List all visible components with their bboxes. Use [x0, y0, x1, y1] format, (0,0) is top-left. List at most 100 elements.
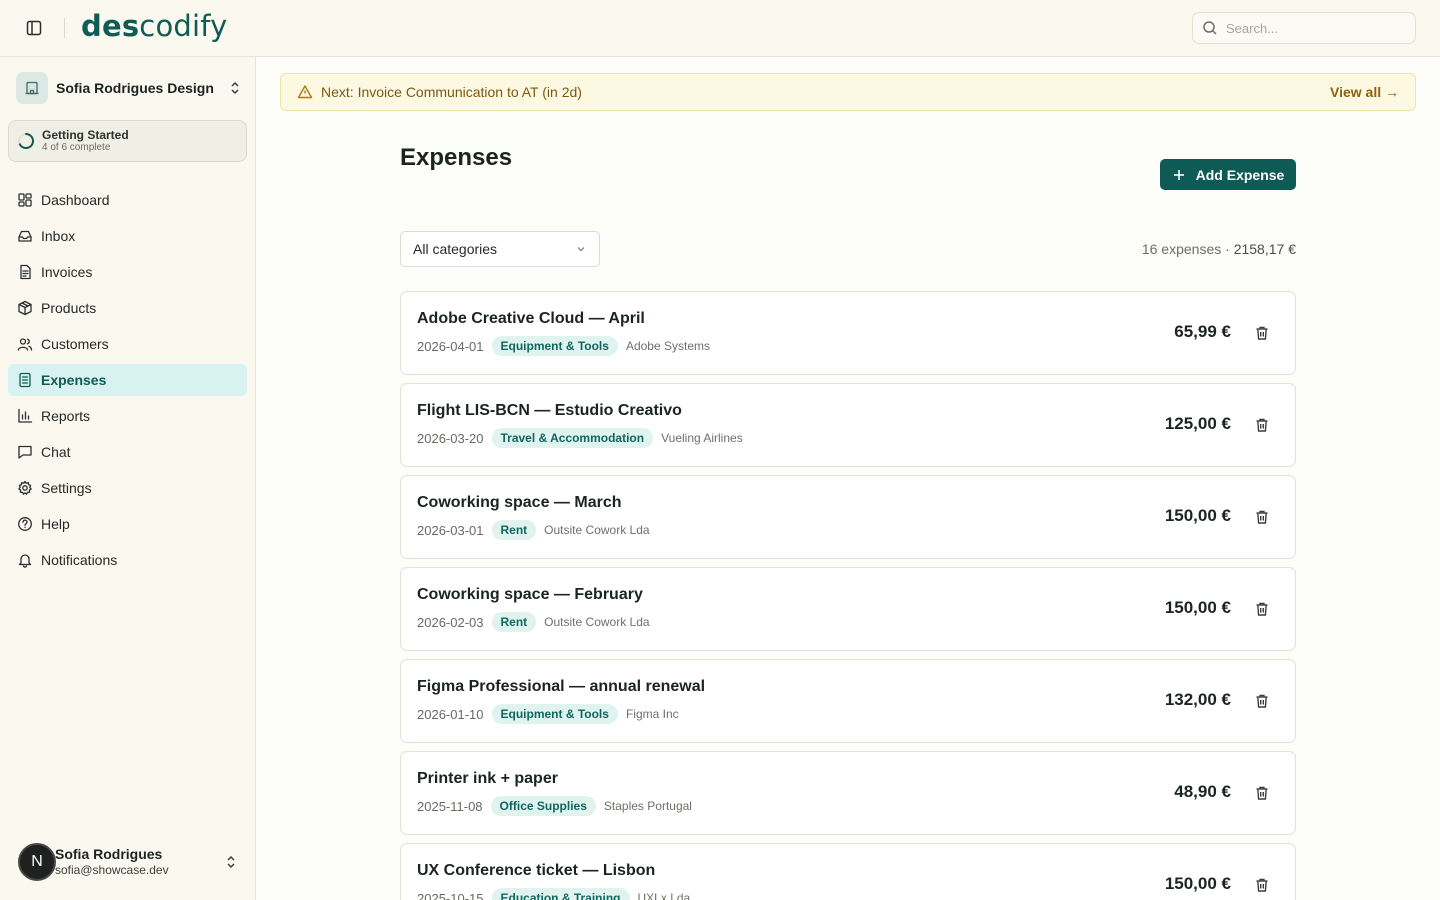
expense-card[interactable]: Printer ink + paper 2025-11-08 Office Supp… [400, 751, 1296, 835]
sidebar-toggle-button[interactable] [22, 16, 46, 40]
category-badge: Travel & Accommodation [491, 428, 654, 448]
delete-expense-button[interactable] [1253, 876, 1271, 894]
category-badge: Equipment & Tools [491, 704, 618, 724]
expense-vendor: Vueling Airlines [661, 431, 743, 445]
sidebar-item-products[interactable]: Products [8, 292, 247, 324]
sidebar-item-inbox[interactable]: Inbox [8, 220, 247, 252]
chevron-up-down-icon [224, 855, 238, 869]
sidebar-item-help[interactable]: Help [8, 508, 247, 540]
user-menu[interactable]: N Sofia Rodrigues sofia@showcase.dev [18, 842, 244, 882]
expense-title: Flight LIS-BCN — Estudio Creativo [417, 402, 682, 419]
sidebar-item-label: Inbox [41, 228, 76, 244]
search-box[interactable] [1192, 12, 1416, 44]
expense-title: UX Conference ticket — Lisbon [417, 862, 656, 879]
add-expense-button[interactable]: Add Expense [1160, 159, 1296, 190]
users-icon [17, 336, 33, 352]
sidebar: Sofia Rodrigues Design Getting Started 4… [0, 57, 256, 900]
invoice-icon [17, 264, 33, 280]
banner-text: Next: Invoice Communication to AT (in 2d… [321, 84, 582, 100]
expense-meta: 2026-04-01 Equipment & Tools Adobe Systems [417, 336, 710, 356]
delete-expense-button[interactable] [1253, 508, 1271, 526]
trash-icon [1256, 694, 1268, 708]
category-badge: Rent [491, 520, 537, 540]
getting-started-title: Getting Started [42, 128, 129, 142]
sidebar-item-reports[interactable]: Reports [8, 400, 247, 432]
sidebar-item-label: Settings [41, 480, 92, 496]
expense-amount: 125,00 € [1164, 414, 1231, 433]
expense-card[interactable]: Adobe Creative Cloud — April 2026-04-01 Eq… [400, 291, 1296, 375]
chevron-down-icon [575, 243, 587, 255]
expense-meta: 2025-11-08 Office Supplies Staples Portuga… [417, 796, 692, 816]
delete-expense-button[interactable] [1253, 416, 1271, 434]
expense-amount: 150,00 € [1164, 506, 1231, 525]
sidebar-item-customers[interactable]: Customers [8, 328, 247, 360]
expense-title: Printer ink + paper [417, 770, 558, 787]
expense-amount: 150,00 € [1164, 598, 1231, 617]
sidebar-item-label: Dashboard [41, 192, 110, 208]
inbox-icon [17, 228, 33, 244]
expense-meta: 2026-03-01 Rent Outsite Cowork Lda [417, 520, 650, 540]
topbar-divider [64, 18, 65, 38]
sidebar-item-label: Chat [41, 444, 71, 460]
sidebar-item-expenses[interactable]: Expenses [8, 364, 247, 396]
expense-card[interactable]: Figma Professional — annual renewal 2026-… [400, 659, 1296, 743]
workspace-switcher[interactable]: Sofia Rodrigues Design [16, 72, 242, 104]
trash-icon [1256, 326, 1268, 340]
bell-icon [17, 552, 33, 568]
sidebar-item-label: Reports [41, 408, 91, 424]
expense-vendor: Figma Inc [625, 707, 679, 721]
trash-icon [1256, 418, 1268, 432]
sidebar-item-notifications[interactable]: Notifications [8, 544, 247, 576]
expense-card[interactable]: Coworking space — March 2026-03-01 Rent Out… [400, 475, 1296, 559]
sidebar-item-dashboard[interactable]: Dashboard [8, 184, 247, 216]
expense-count: 16 expenses [1141, 241, 1222, 257]
gear-icon [17, 480, 33, 496]
progress-ring-icon [18, 133, 34, 149]
user-email: sofia@showcase.dev [55, 863, 169, 877]
trash-icon [1256, 602, 1268, 616]
expense-meta: 2026-02-03 Rent Outsite Cowork Lda [417, 612, 650, 632]
avatar: N [18, 843, 56, 881]
sidebar-item-settings[interactable]: Settings [8, 472, 247, 504]
getting-started-card[interactable]: Getting Started 4 of 6 complete [8, 120, 247, 162]
add-expense-label: Add Expense [1195, 166, 1285, 183]
delete-expense-button[interactable] [1253, 692, 1271, 710]
delete-expense-button[interactable] [1253, 324, 1271, 342]
logo-bold-text: des [81, 9, 140, 43]
expense-date: 2026-04-01 [417, 338, 484, 354]
package-icon [17, 300, 33, 316]
building-icon [25, 81, 39, 95]
dashboard-icon [17, 192, 33, 208]
sidebar-item-label: Help [41, 516, 70, 532]
help-icon [17, 516, 33, 532]
expense-amount: 65,99 € [1174, 322, 1231, 341]
sidebar-toggle-icon [26, 20, 42, 36]
delete-expense-button[interactable] [1253, 600, 1271, 618]
workspace-avatar [16, 72, 48, 104]
top-bar: descodify [0, 0, 1440, 57]
category-badge: Equipment & Tools [491, 336, 618, 356]
app-logo[interactable]: descodify [81, 9, 228, 43]
expense-vendor: Outsite Cowork Lda [544, 615, 650, 629]
delete-expense-button[interactable] [1253, 784, 1271, 802]
search-input[interactable] [1226, 20, 1406, 36]
expense-card[interactable]: Flight LIS-BCN — Estudio Creativo 2026-03… [400, 383, 1296, 467]
category-filter-select[interactable]: All categories [400, 231, 600, 267]
expense-title: Figma Professional — annual renewal [417, 678, 706, 695]
chevron-up-down-icon [228, 81, 242, 95]
view-all-link[interactable]: View all → [1330, 84, 1399, 100]
expense-amount: 132,00 € [1164, 690, 1231, 709]
sidebar-nav: Dashboard Inbox Invoices Products Customers E… [8, 184, 247, 580]
expense-title: Coworking space — February [417, 586, 643, 603]
expense-title: Adobe Creative Cloud — April [417, 310, 645, 327]
expense-date: 2025-10-15 [417, 890, 484, 900]
chat-icon [17, 444, 33, 460]
expense-amount: 150,00 € [1164, 874, 1231, 893]
expense-card[interactable]: UX Conference ticket — Lisbon 2025-10-15 E… [400, 843, 1296, 900]
expense-date: 2025-11-08 [417, 798, 483, 814]
expense-card[interactable]: Coworking space — February 2026-02-03 Rent… [400, 567, 1296, 651]
sidebar-item-chat[interactable]: Chat [8, 436, 247, 468]
sidebar-item-invoices[interactable]: Invoices [8, 256, 247, 288]
expense-meta: 2026-01-10 Equipment & Tools Figma Inc [417, 704, 679, 724]
workspace-name: Sofia Rodrigues Design [56, 80, 214, 96]
